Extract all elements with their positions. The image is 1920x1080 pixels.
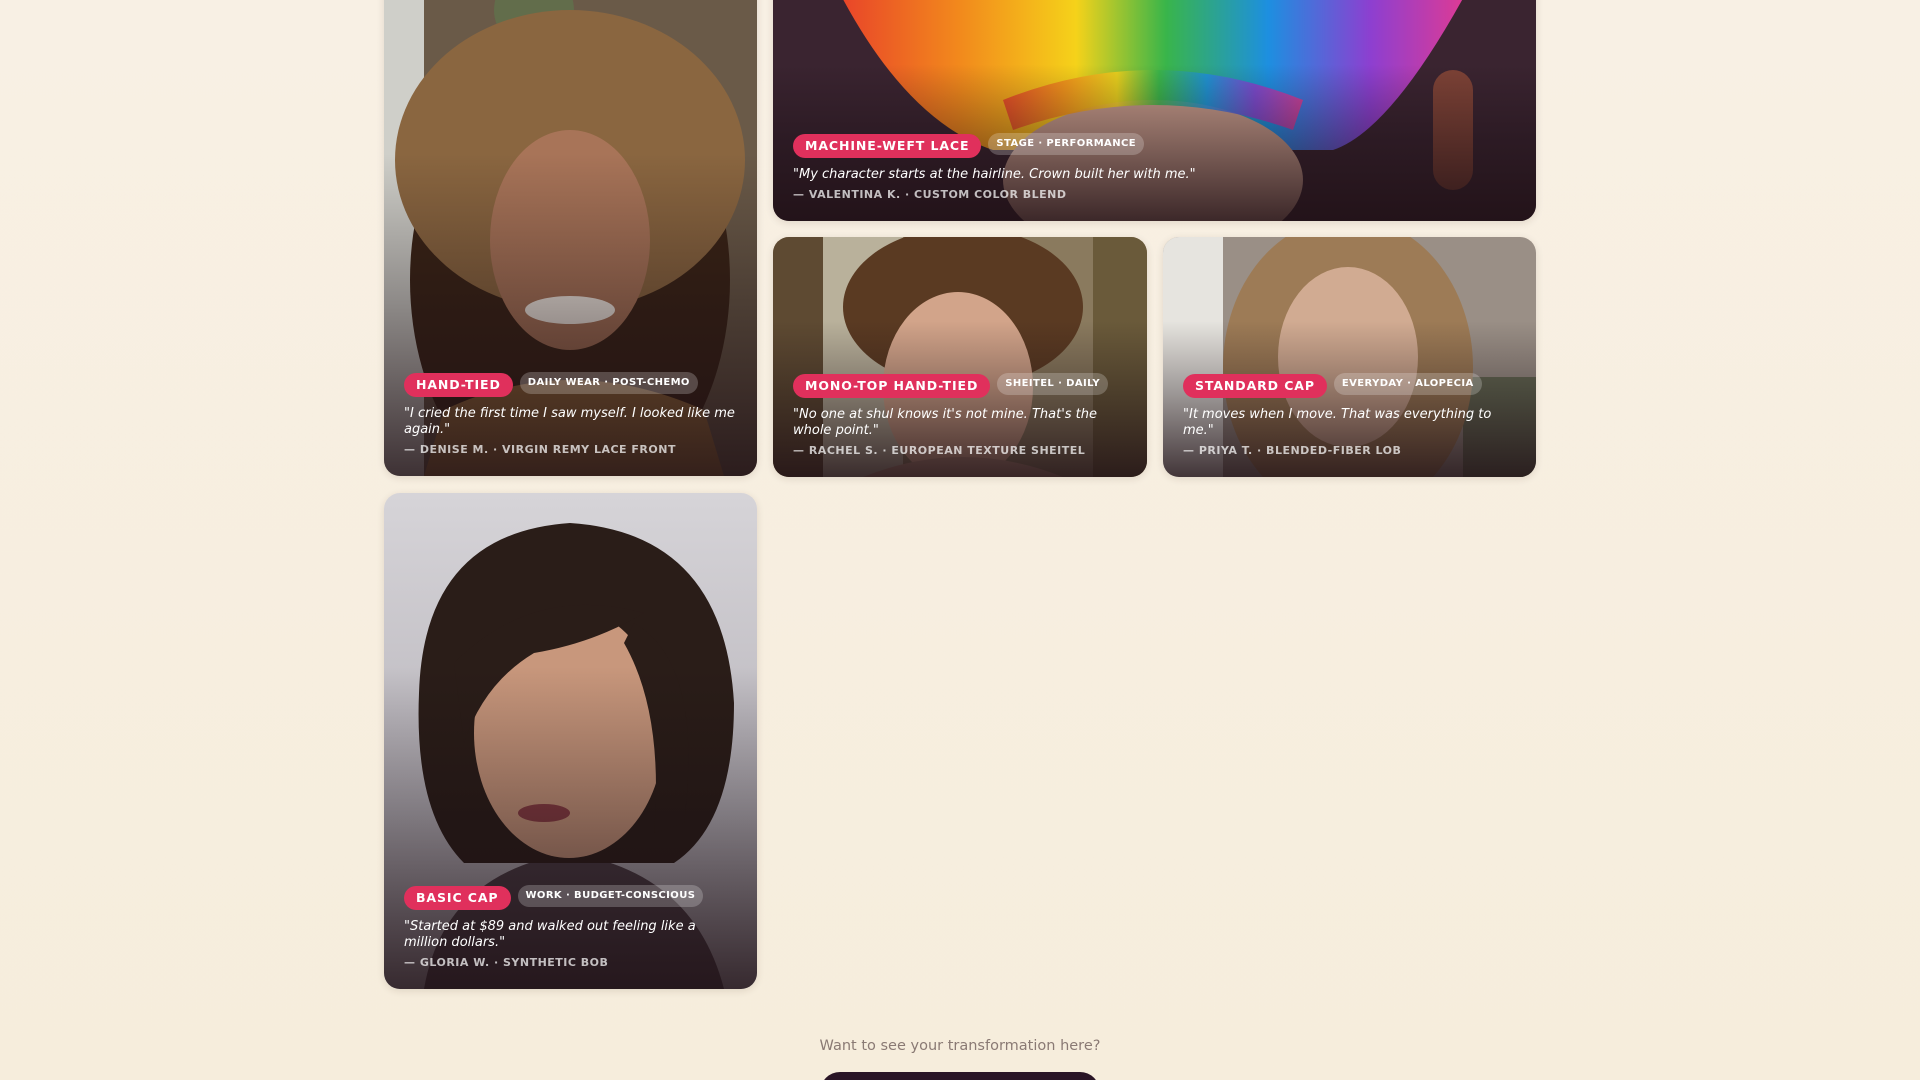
use-case-tag: STAGE · PERFORMANCE <box>988 133 1144 155</box>
testimonial-quote: "It moves when I move. That was everythi… <box>1183 407 1492 438</box>
testimonial-attribution: — PRIYA T. · BLENDED-FIBER LOB <box>1183 444 1402 457</box>
testimonial-quote: "No one at shul knows it's not mine. Tha… <box>793 407 1098 438</box>
testimonial-quote: "I cried the first time I saw myself. I … <box>404 406 735 437</box>
card-caption: STANDARD CAP EVERYDAY · ALOPECIA "It mov… <box>1183 373 1518 457</box>
use-case-tag: EVERYDAY · ALOPECIA <box>1333 373 1482 395</box>
testimonial-quote: "My character starts at the hairline. Cr… <box>793 167 1196 182</box>
card-caption: MACHINE-WEFT LACE STAGE · PERFORMANCE "M… <box>793 133 1518 201</box>
testimonial-attribution: — RACHEL S. · EUROPEAN TEXTURE SHEITEL <box>793 444 1086 457</box>
card-caption: BASIC CAP WORK · BUDGET-CONSCIOUS "Start… <box>404 885 739 969</box>
cta-button[interactable] <box>820 1072 1100 1080</box>
card-caption: HAND-TIED DAILY WEAR · POST-CHEMO "I cri… <box>404 372 739 456</box>
testimonial-card[interactable]: STANDARD CAP EVERYDAY · ALOPECIA "It mov… <box>1163 237 1536 477</box>
card-caption: MONO-TOP HAND-TIED SHEITEL · DAILY "No o… <box>793 373 1129 457</box>
testimonial-quote: "Started at $89 and walked out feeling l… <box>404 919 696 950</box>
testimonial-attribution: — DENISE M. · VIRGIN REMY LACE FRONT <box>404 443 676 456</box>
wig-type-tag: BASIC CAP <box>404 886 511 910</box>
use-case-tag: WORK · BUDGET-CONSCIOUS <box>517 885 704 907</box>
wig-type-tag: HAND-TIED <box>404 373 513 397</box>
wig-type-tag: MACHINE-WEFT LACE <box>793 134 982 158</box>
testimonial-card[interactable]: MACHINE-WEFT LACE STAGE · PERFORMANCE "M… <box>773 0 1536 221</box>
wig-type-tag: STANDARD CAP <box>1183 374 1327 398</box>
wig-type-tag: MONO-TOP HAND-TIED <box>793 374 991 398</box>
testimonial-card[interactable]: BASIC CAP WORK · BUDGET-CONSCIOUS "Start… <box>384 493 757 989</box>
testimonial-card[interactable]: MONO-TOP HAND-TIED SHEITEL · DAILY "No o… <box>773 237 1147 477</box>
testimonial-card[interactable]: HAND-TIED DAILY WEAR · POST-CHEMO "I cri… <box>384 0 757 476</box>
use-case-tag: DAILY WEAR · POST-CHEMO <box>519 372 698 394</box>
testimonial-attribution: — VALENTINA K. · CUSTOM COLOR BLEND <box>793 188 1067 201</box>
testimonial-attribution: — GLORIA W. · SYNTHETIC BOB <box>404 956 609 969</box>
use-case-tag: SHEITEL · DAILY <box>997 373 1108 395</box>
cta-prompt: Want to see your transformation here? <box>819 1038 1101 1054</box>
